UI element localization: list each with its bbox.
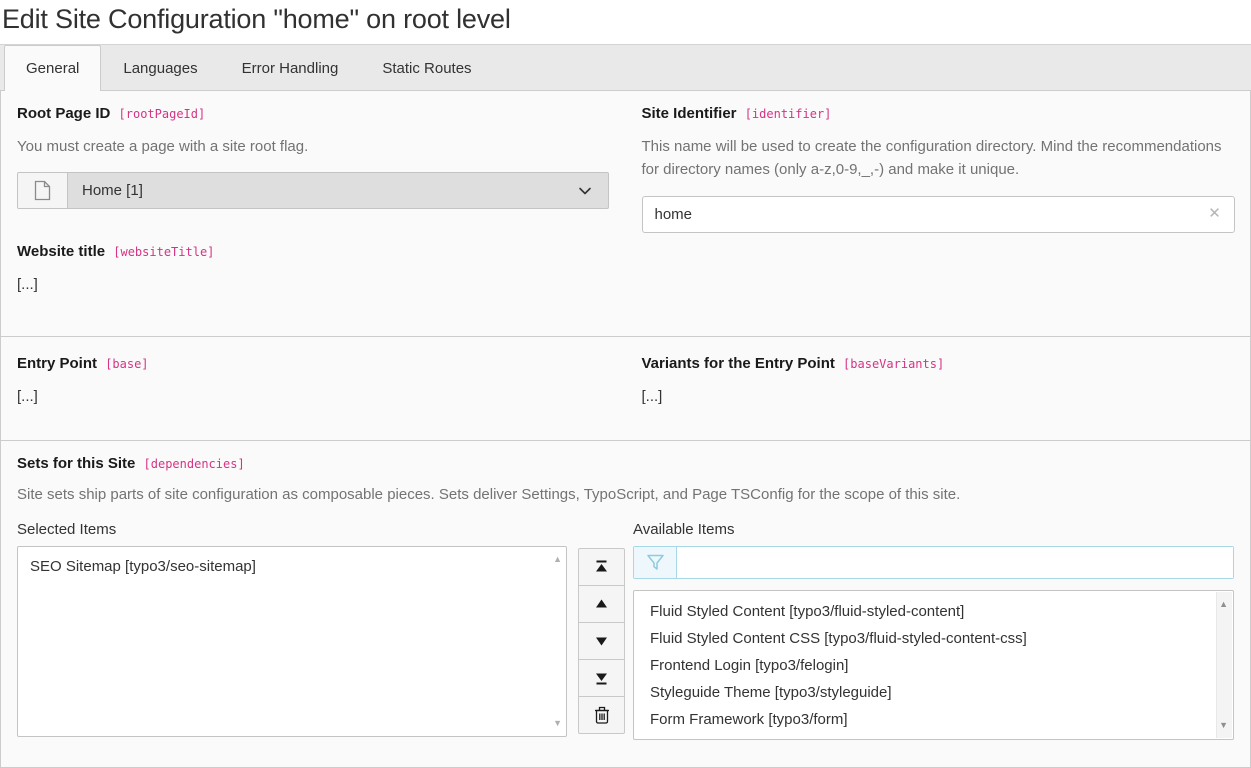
base-variants-expand-toggle[interactable]: [...] bbox=[642, 388, 663, 405]
available-item[interactable]: Fluid Styled Content CSS [typo3/fluid-st… bbox=[634, 625, 1233, 652]
available-items-list[interactable]: Fluid Styled Content [typo3/fluid-styled… bbox=[633, 590, 1234, 740]
clear-icon[interactable]: ✕ bbox=[1204, 203, 1226, 225]
scroll-up-icon[interactable]: ▲ bbox=[553, 555, 562, 564]
scroll-up-icon[interactable]: ▲ bbox=[1219, 600, 1228, 609]
tab-error-handling[interactable]: Error Handling bbox=[220, 45, 361, 90]
tab-languages[interactable]: Languages bbox=[101, 45, 219, 90]
available-items-label: Available Items bbox=[633, 521, 1234, 538]
scroll-down-icon[interactable]: ▼ bbox=[553, 719, 562, 728]
move-up-icon[interactable] bbox=[578, 585, 625, 623]
website-title-expand-toggle[interactable]: [...] bbox=[17, 276, 38, 293]
section-site-sets: Sets for this Site [dependencies] Site s… bbox=[1, 440, 1250, 768]
tab-static-routes[interactable]: Static Routes bbox=[360, 45, 493, 90]
site-identifier-label: Site Identifier bbox=[642, 105, 737, 122]
tab-general[interactable]: General bbox=[4, 45, 101, 91]
available-item[interactable]: Form Framework [typo3/form] bbox=[634, 706, 1233, 733]
dependencies-label: Sets for this Site bbox=[17, 455, 135, 472]
field-entry-point: Entry Point [base] [...] bbox=[17, 355, 610, 405]
root-page-select[interactable]: Home [1] bbox=[17, 172, 609, 209]
entry-point-code: [base] bbox=[105, 357, 148, 371]
selected-item[interactable]: SEO Sitemap [typo3/seo-sitemap] bbox=[18, 554, 566, 579]
scroll-down-icon[interactable]: ▼ bbox=[1219, 721, 1228, 730]
available-items-filter bbox=[633, 546, 1234, 579]
root-page-id-label: Root Page ID bbox=[17, 105, 110, 122]
funnel-icon bbox=[634, 547, 677, 578]
move-down-icon[interactable] bbox=[578, 622, 625, 660]
available-item[interactable]: Styleguide Theme [typo3/styleguide] bbox=[634, 679, 1233, 706]
root-page-selected-value: Home [1] bbox=[82, 182, 143, 199]
selected-items-list[interactable]: SEO Sitemap [typo3/seo-sitemap] ▲ ▼ bbox=[17, 546, 567, 737]
field-root-page-id: Root Page ID [rootPageId] You must creat… bbox=[17, 105, 610, 293]
site-identifier-description: This name will be used to create the con… bbox=[642, 135, 1235, 182]
website-title-code: [websiteTitle] bbox=[113, 245, 214, 259]
entry-point-label: Entry Point bbox=[17, 355, 97, 372]
available-item[interactable]: Fluid Styled Content [typo3/fluid-styled… bbox=[634, 598, 1233, 625]
tab-content-panel: Root Page ID [rootPageId] You must creat… bbox=[0, 90, 1251, 768]
field-site-identifier: Site Identifier [identifier] This name w… bbox=[642, 105, 1235, 293]
field-base-variants: Variants for the Entry Point [baseVarian… bbox=[642, 355, 1235, 405]
dependencies-description: Site sets ship parts of site configurati… bbox=[17, 486, 1234, 503]
base-variants-label: Variants for the Entry Point bbox=[642, 355, 835, 372]
selected-items-label: Selected Items bbox=[17, 521, 567, 538]
website-title-label: Website title bbox=[17, 243, 105, 260]
dependencies-code: [dependencies] bbox=[144, 457, 245, 471]
chevron-down-icon bbox=[578, 184, 592, 198]
field-website-title: Website title [websiteTitle] [...] bbox=[17, 243, 610, 293]
list-controls bbox=[578, 521, 625, 734]
filter-input[interactable] bbox=[677, 547, 1233, 578]
tab-bar: General Languages Error Handling Static … bbox=[0, 44, 1251, 90]
section-entry-point: Entry Point [base] [...] Variants for th… bbox=[1, 336, 1250, 440]
trash-icon[interactable] bbox=[578, 696, 625, 734]
base-variants-code: [baseVariants] bbox=[843, 357, 944, 371]
root-page-id-description: You must create a page with a site root … bbox=[17, 135, 610, 158]
site-identifier-code: [identifier] bbox=[745, 107, 832, 121]
move-to-top-icon[interactable] bbox=[578, 548, 625, 586]
entry-point-expand-toggle[interactable]: [...] bbox=[17, 388, 38, 405]
available-item[interactable]: Frontend Login [typo3/felogin] bbox=[634, 652, 1233, 679]
move-to-bottom-icon[interactable] bbox=[578, 659, 625, 697]
scrollbar[interactable]: ▲ ▼ bbox=[1216, 592, 1232, 738]
page-title: Edit Site Configuration "home" on root l… bbox=[0, 0, 1251, 35]
site-identifier-input[interactable] bbox=[642, 196, 1235, 233]
root-page-id-code: [rootPageId] bbox=[119, 107, 206, 121]
page-icon bbox=[18, 173, 68, 208]
section-identity: Root Page ID [rootPageId] You must creat… bbox=[1, 91, 1250, 336]
